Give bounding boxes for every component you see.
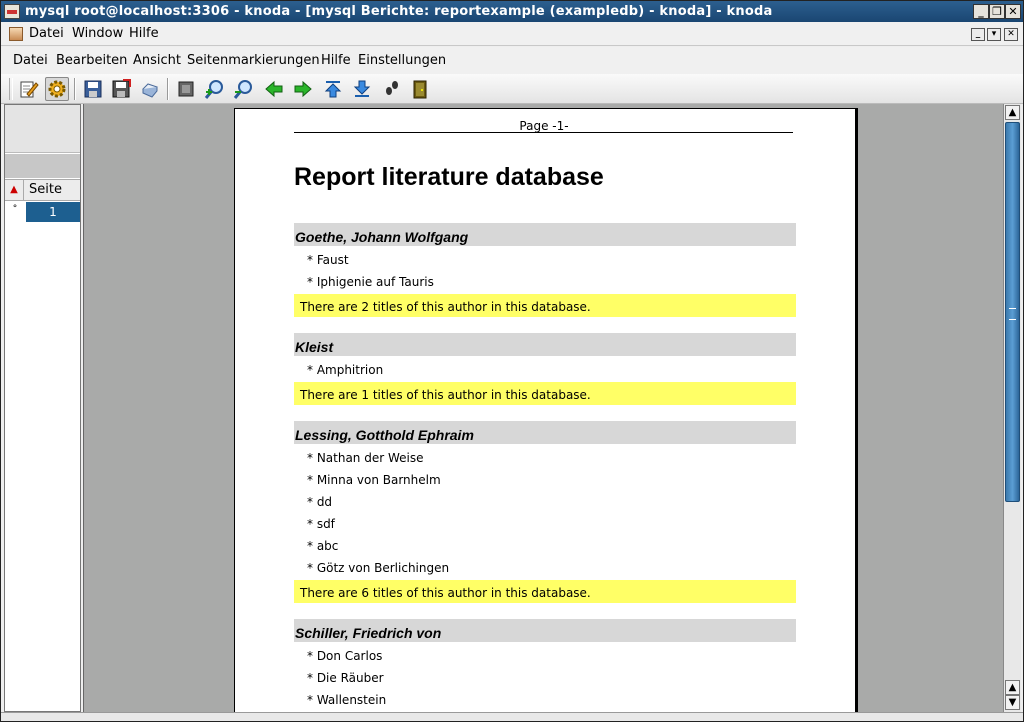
- page-header: Page -1-: [519, 119, 569, 133]
- mdi-minimize-button[interactable]: _: [971, 28, 985, 41]
- maximize-button[interactable]: ❐: [989, 4, 1005, 19]
- zoom-out-icon[interactable]: [232, 77, 256, 101]
- title-item: * Götz von Berlichingen: [307, 561, 450, 575]
- scroll-up-arrow-icon[interactable]: ▲: [1005, 105, 1020, 120]
- exit-door-icon[interactable]: [408, 77, 432, 101]
- scroll-down-arrow-icon[interactable]: ▼: [1005, 695, 1020, 710]
- menu-window[interactable]: Window: [72, 26, 123, 41]
- author-band: Lessing, Gotthold Ephraim: [294, 421, 796, 444]
- column-header-seite[interactable]: Seite: [29, 182, 62, 197]
- first-page-icon[interactable]: [321, 77, 345, 101]
- author-band: Goethe, Johann Wolfgang: [294, 223, 796, 246]
- summary-text: There are 2 titles of this author in thi…: [300, 300, 591, 314]
- summary-band: There are 6 titles of this author in thi…: [294, 580, 796, 603]
- menu-einstellungen[interactable]: Einstellungen: [358, 53, 446, 68]
- app-icon[interactable]: [9, 27, 23, 41]
- title-item: * Wallenstein: [307, 693, 387, 707]
- edit-icon[interactable]: [17, 77, 41, 101]
- title-item: * Amphitrion: [307, 363, 384, 377]
- page-list-top-area: [5, 105, 80, 153]
- menu-hilfe[interactable]: Hilfe: [129, 26, 159, 41]
- title-bar[interactable]: mysql root@localhost:3306 - knoda - [mys…: [1, 1, 1023, 22]
- settings-icon[interactable]: [45, 77, 69, 101]
- title-item: * dd: [307, 495, 333, 509]
- application-window: mysql root@localhost:3306 - knoda - [mys…: [0, 0, 1024, 722]
- title-item: * Faust: [307, 253, 349, 267]
- page-list-panel: ▲ Seite ° 1: [4, 104, 81, 712]
- toolbar-separator: [74, 78, 76, 100]
- summary-band: There are 1 titles of this author in thi…: [294, 382, 796, 405]
- author-band: Kleist: [294, 333, 796, 356]
- toolbar-separator: [167, 78, 169, 100]
- title-item: * sdf: [307, 517, 335, 531]
- mdi-close-button[interactable]: ✕: [1004, 28, 1018, 41]
- menu-seitenmarkierungen[interactable]: Seitenmarkierungen: [187, 53, 320, 68]
- author-band: Schiller, Friedrich von: [294, 619, 796, 642]
- save-icon[interactable]: [81, 77, 105, 101]
- fit-page-icon[interactable]: [174, 77, 198, 101]
- page-list-row[interactable]: ° 1: [5, 202, 80, 223]
- menu-ansicht[interactable]: Ansicht: [133, 53, 181, 68]
- summary-band: There are 2 titles of this author in thi…: [294, 294, 796, 317]
- close-button[interactable]: ✕: [1005, 4, 1021, 19]
- title-item: * Die Räuber: [307, 671, 384, 685]
- vertical-scrollbar[interactable]: ▲ ▲ ▼: [1003, 104, 1021, 712]
- author-name: Schiller, Friedrich von: [295, 625, 442, 641]
- title-item: * Iphigenie auf Tauris: [307, 275, 434, 289]
- title-item: * Don Carlos: [307, 649, 383, 663]
- scroll-page-up-icon[interactable]: ▲: [1005, 680, 1020, 695]
- author-name: Lessing, Gotthold Ephraim: [295, 427, 474, 443]
- menu-report-datei[interactable]: Datei: [13, 53, 48, 68]
- main-menubar: Datei Window Hilfe _ ▾ ✕: [1, 22, 1023, 46]
- window-menu-icon[interactable]: [4, 4, 20, 19]
- report-title: Report literature database: [294, 163, 604, 191]
- author-name: Kleist: [295, 339, 334, 355]
- scrollbar-thumb[interactable]: [1005, 122, 1020, 502]
- sort-indicator-icon[interactable]: ▲: [5, 180, 24, 200]
- row-marker: °: [12, 204, 18, 214]
- report-preview-area[interactable]: Page -1- Report literature database Goet…: [83, 104, 1003, 712]
- page-list-filter-area: [5, 154, 80, 178]
- report-page: Page -1- Report literature database Goet…: [235, 109, 855, 712]
- page-number-cell[interactable]: 1: [26, 202, 80, 222]
- status-strip: [1, 712, 1023, 721]
- window-title: mysql root@localhost:3306 - knoda - [mys…: [25, 4, 773, 19]
- mdi-restore-button[interactable]: ▾: [987, 28, 1001, 41]
- toolbar-grip[interactable]: [9, 78, 13, 100]
- header-rule: [294, 132, 793, 133]
- save-as-icon[interactable]: [109, 77, 133, 101]
- menu-bearbeiten[interactable]: Bearbeiten: [56, 53, 127, 68]
- forward-arrow-icon[interactable]: [291, 77, 315, 101]
- toolbar: [1, 74, 1023, 104]
- title-item: * Minna von Barnhelm: [307, 473, 441, 487]
- summary-text: There are 1 titles of this author in thi…: [300, 388, 591, 402]
- author-name: Goethe, Johann Wolfgang: [295, 229, 469, 245]
- title-item: * Nathan der Weise: [307, 451, 424, 465]
- title-item: * abc: [307, 539, 339, 553]
- minimize-button[interactable]: _: [973, 4, 989, 19]
- report-menubar: Datei Bearbeiten Ansicht Seitenmarkierun…: [1, 47, 1023, 74]
- summary-text: There are 6 titles of this author in thi…: [300, 586, 591, 600]
- print-icon[interactable]: [138, 77, 162, 101]
- page-list-header: ▲ Seite: [5, 179, 80, 201]
- menu-datei[interactable]: Datei: [29, 26, 64, 41]
- back-arrow-icon[interactable]: [262, 77, 286, 101]
- last-page-icon[interactable]: [350, 77, 374, 101]
- menu-report-hilfe[interactable]: Hilfe: [321, 53, 351, 68]
- zoom-in-icon[interactable]: [203, 77, 227, 101]
- footsteps-icon[interactable]: [380, 77, 404, 101]
